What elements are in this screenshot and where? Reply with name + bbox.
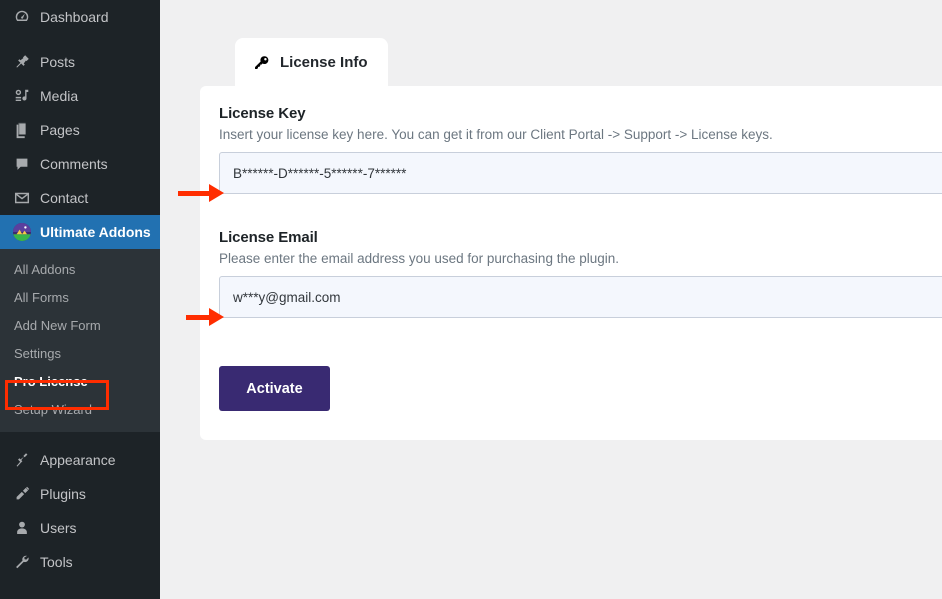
sidebar-item-label: Plugins <box>40 486 86 502</box>
sidebar-item-label: Comments <box>40 156 108 172</box>
tab-strip: License Info <box>235 38 388 86</box>
menu-separator <box>0 432 160 443</box>
sidebar-item-pages[interactable]: Pages <box>0 113 160 147</box>
key-icon <box>253 54 270 71</box>
sidebar-item-label: Tools <box>40 554 73 570</box>
license-key-field-block: License Key Insert your license key here… <box>219 105 942 194</box>
ultimate-addons-logo-icon <box>10 222 34 242</box>
license-email-label: License Email <box>219 229 318 246</box>
sidebar-item-label: Posts <box>40 54 76 70</box>
users-icon <box>10 519 34 537</box>
license-key-description: Insert your license key here. You can ge… <box>219 127 773 142</box>
sidebar-item-label: Ultimate Addons <box>40 224 151 240</box>
ultimate-addons-submenu: All Addons All Forms Add New Form Settin… <box>0 249 160 432</box>
sidebar-item-label: Media <box>40 88 79 104</box>
license-email-field-block: License Email Please enter the email add… <box>219 229 942 318</box>
sidebar-item-label: Appearance <box>40 452 116 468</box>
sidebar-item-users[interactable]: Users <box>0 511 160 545</box>
sidebar-item-contact[interactable]: Contact <box>0 181 160 215</box>
submenu-item-label: Setup Wizard <box>14 402 93 417</box>
submenu-item-all-addons[interactable]: All Addons <box>0 256 160 284</box>
submenu-item-settings[interactable]: Settings <box>0 340 160 368</box>
submenu-item-label: All Addons <box>14 262 76 277</box>
sidebar-item-label: Pages <box>40 122 80 138</box>
submenu-item-pro-license[interactable]: Pro License <box>0 368 160 396</box>
media-icon <box>10 87 34 105</box>
sidebar-item-comments[interactable]: Comments <box>0 147 160 181</box>
dashboard-icon <box>10 8 34 26</box>
license-email-input[interactable] <box>219 276 942 318</box>
sidebar-item-appearance[interactable]: Appearance <box>0 443 160 477</box>
plugins-icon <box>10 485 34 503</box>
license-key-input[interactable] <box>219 152 942 194</box>
sidebar-item-dashboard[interactable]: Dashboard <box>0 0 160 34</box>
tools-icon <box>10 553 34 571</box>
license-info-card: License Key Insert your license key here… <box>200 86 942 440</box>
email-icon <box>10 189 34 207</box>
submenu-item-all-forms[interactable]: All Forms <box>0 284 160 312</box>
sidebar-item-label: Users <box>40 520 77 536</box>
comment-icon <box>10 155 34 173</box>
license-key-label: License Key <box>219 105 306 122</box>
sidebar-item-label: Dashboard <box>40 9 109 25</box>
main-content: License Info License Key Insert your lic… <box>160 0 942 599</box>
submenu-item-label: Settings <box>14 346 61 361</box>
tab-license-info[interactable]: License Info <box>235 38 388 86</box>
license-email-description: Please enter the email address you used … <box>219 251 619 266</box>
admin-sidebar: Dashboard Posts Media Pages Comments Con… <box>0 0 160 599</box>
sidebar-item-media[interactable]: Media <box>0 79 160 113</box>
tab-label: License Info <box>280 53 368 71</box>
sidebar-item-ultimate-addons[interactable]: Ultimate Addons <box>0 215 160 249</box>
sidebar-item-tools[interactable]: Tools <box>0 545 160 579</box>
pin-icon <box>10 53 34 71</box>
sidebar-item-label: Contact <box>40 190 89 206</box>
sidebar-item-plugins[interactable]: Plugins <box>0 477 160 511</box>
sidebar-item-posts[interactable]: Posts <box>0 45 160 79</box>
submenu-item-label: Add New Form <box>14 318 101 333</box>
submenu-item-setup-wizard[interactable]: Setup Wizard <box>0 396 160 424</box>
submenu-item-add-new-form[interactable]: Add New Form <box>0 312 160 340</box>
pages-icon <box>10 121 34 139</box>
submenu-item-label: Pro License <box>14 374 88 389</box>
activate-button[interactable]: Activate <box>219 366 330 411</box>
appearance-icon <box>10 451 34 469</box>
menu-separator <box>0 34 160 45</box>
submenu-item-label: All Forms <box>14 290 69 305</box>
